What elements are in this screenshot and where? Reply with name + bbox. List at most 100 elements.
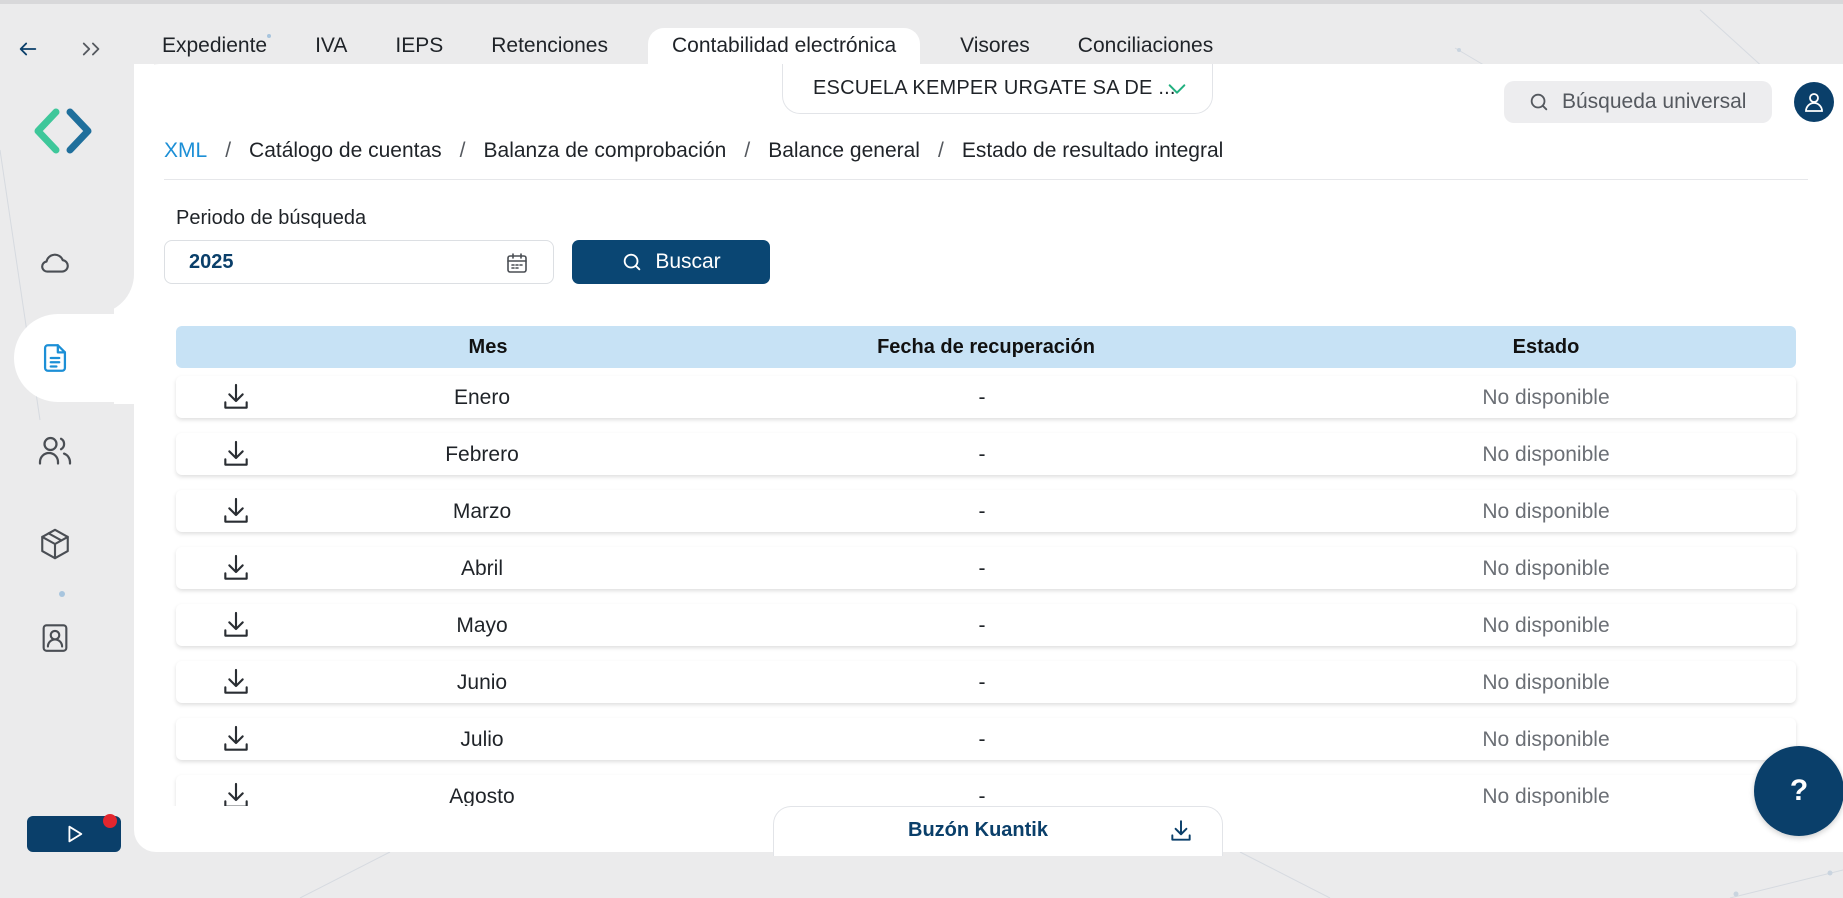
table-row: Marzo - No disponible (176, 490, 1796, 532)
cell-mes: Abril (460, 557, 504, 580)
table-row: Julio - No disponible (176, 718, 1796, 760)
buzon-label: Buzón Kuantik (908, 819, 1048, 841)
tab-conciliaciones[interactable]: Conciliaciones (1054, 28, 1237, 64)
back-button[interactable] (13, 34, 43, 64)
tab-visores[interactable]: Visores (936, 28, 1054, 64)
user-icon (1805, 93, 1823, 112)
sidebar-active-highlight (14, 314, 144, 402)
top-tabs: Expediente IVA IEPS Retenciones Contabil… (138, 28, 1237, 64)
tab-label: IEPS (395, 34, 444, 57)
cell-mes: Junio (456, 671, 508, 694)
cell-fecha: - (978, 671, 986, 694)
breadcrumb-separator: / (459, 139, 466, 162)
search-placeholder: Búsqueda universal (1562, 90, 1747, 113)
cell-mes: Marzo (452, 500, 512, 523)
sidebar-item-contacts[interactable] (37, 620, 73, 656)
chevron-down-icon (1168, 84, 1186, 94)
column-header-mes: Mes (468, 336, 508, 358)
document-icon (43, 344, 67, 372)
company-selector[interactable]: ESCUELA KEMPER URGATE SA DE ... (782, 64, 1213, 114)
search-button[interactable]: Buscar (572, 240, 770, 284)
cell-estado: No disponible (1482, 614, 1610, 637)
column-header-estado: Estado (1512, 336, 1580, 358)
sidebar-item-products[interactable] (37, 526, 73, 562)
tab-label: Contabilidad electrónica (672, 34, 897, 57)
cell-fecha: - (978, 443, 986, 466)
download-icon[interactable] (220, 780, 252, 806)
play-icon (68, 825, 83, 843)
box-icon (41, 528, 69, 560)
notification-badge (103, 814, 117, 828)
search-icon (1530, 93, 1548, 111)
table-row: Enero - No disponible (176, 376, 1796, 418)
breadcrumb-separator: / (937, 139, 944, 162)
download-icon[interactable] (220, 552, 252, 584)
cell-estado: No disponible (1482, 443, 1610, 466)
cell-estado: No disponible (1482, 671, 1610, 694)
breadcrumb-separator: / (225, 139, 232, 162)
table-row: Abril - No disponible (176, 547, 1796, 589)
expand-button[interactable] (77, 34, 107, 64)
breadcrumb-separator: / (744, 139, 751, 162)
sidebar-item-cloud[interactable] (37, 245, 73, 281)
column-header-fecha: Fecha de recuperación (877, 336, 1095, 358)
contact-card-icon (42, 624, 68, 652)
double-chevron-right-icon (82, 42, 100, 56)
period-label: Periodo de búsqueda (176, 207, 367, 229)
table-row: Febrero - No disponible (176, 433, 1796, 475)
users-icon (38, 436, 72, 465)
help-icon: ? (1789, 774, 1809, 807)
tab-retenciones[interactable]: Retenciones (467, 28, 632, 64)
tab-iva[interactable]: IVA (291, 28, 371, 64)
tab-indicator-dot (267, 34, 272, 38)
breadcrumb: XML / Catálogo de cuentas / Balanza de c… (164, 139, 1223, 163)
cell-estado: No disponible (1482, 500, 1610, 523)
download-icon[interactable] (220, 495, 252, 527)
tab-ieps[interactable]: IEPS (371, 28, 467, 64)
sidebar-item-documents[interactable] (37, 340, 73, 376)
tab-expediente[interactable]: Expediente (138, 28, 291, 64)
download-icon[interactable] (220, 438, 252, 470)
breadcrumb-catalogo-de-cuentas[interactable]: Catálogo de cuentas (249, 139, 442, 163)
download-icon[interactable] (220, 666, 252, 698)
universal-search-input[interactable]: Búsqueda universal (1504, 81, 1772, 123)
cell-estado: No disponible (1482, 785, 1610, 806)
period-year-input[interactable]: 2025 (164, 240, 554, 284)
tab-label: Visores (960, 34, 1030, 57)
download-icon[interactable] (220, 723, 252, 755)
breadcrumb-estado-de-resultado-integral[interactable]: Estado de resultado integral (962, 139, 1224, 163)
table-body: Enero - No disponible Febrero - No dispo… (170, 372, 1802, 806)
cell-fecha: - (978, 728, 986, 751)
breadcrumb-xml[interactable]: XML (164, 139, 207, 163)
search-icon (624, 253, 641, 271)
cell-mes: Agosto (449, 785, 515, 806)
breadcrumb-balance-general[interactable]: Balance general (768, 139, 920, 163)
cell-mes: Febrero (445, 443, 519, 466)
download-icon (1171, 820, 1191, 841)
download-icon[interactable] (220, 381, 252, 413)
period-value: 2025 (189, 250, 234, 273)
calendar-icon[interactable] (505, 251, 529, 275)
play-tutorial-button[interactable] (27, 814, 121, 852)
sidebar-item-users[interactable] (37, 432, 73, 468)
app-logo (34, 108, 92, 154)
cell-mes: Julio (460, 728, 504, 751)
tab-contabilidad-electronica[interactable]: Contabilidad electrónica (648, 28, 921, 64)
cell-estado: No disponible (1482, 386, 1610, 409)
cell-mes: Enero (453, 386, 511, 409)
tab-label: IVA (315, 34, 348, 57)
download-icon[interactable] (220, 609, 252, 641)
user-avatar[interactable] (1794, 82, 1834, 122)
table-header: Mes Fecha de recuperación Estado (176, 326, 1796, 368)
cell-mes: Mayo (456, 614, 508, 637)
cell-fecha: - (978, 386, 986, 409)
cell-estado: No disponible (1482, 728, 1610, 751)
breadcrumb-balanza-de-comprobacion[interactable]: Balanza de comprobación (484, 139, 727, 163)
search-button-label: Buscar (655, 250, 721, 273)
buzon-kuantik-button[interactable]: Buzón Kuantik (773, 806, 1223, 856)
help-button[interactable]: ? (1754, 746, 1843, 836)
cell-fecha: - (978, 614, 986, 637)
cell-fecha: - (978, 785, 986, 806)
table-row: Agosto - No disponible (176, 775, 1796, 806)
cloud-icon (41, 253, 69, 273)
